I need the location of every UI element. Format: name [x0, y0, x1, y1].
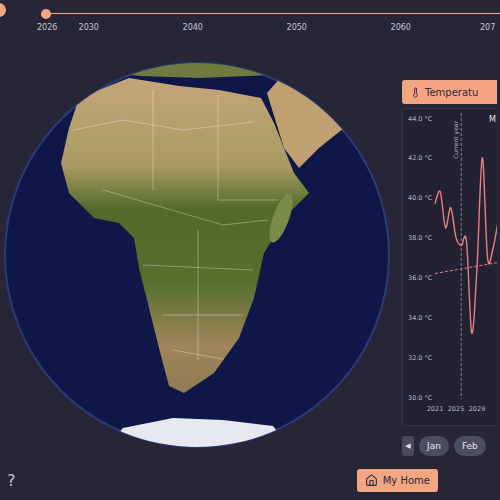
- x-tick: 2025: [448, 405, 465, 413]
- help-button[interactable]: ?: [7, 471, 21, 490]
- y-tick: 32.0 °C: [408, 354, 433, 362]
- play-button[interactable]: [0, 3, 6, 17]
- globe[interactable]: [3, 60, 393, 452]
- main: Temperatu 44.0 °C 42.0 °C 40.0 °C 38.0 °C 36.…: [0, 40, 500, 460]
- house-icon: [365, 474, 378, 487]
- month-pill[interactable]: Feb: [454, 436, 486, 456]
- timeline-track-row: [0, 0, 500, 20]
- timeline-tick: 2060: [391, 23, 411, 32]
- x-tick: 2021: [427, 405, 444, 413]
- timeline-track[interactable]: [46, 13, 500, 14]
- timeline-tick: 2026: [37, 23, 57, 32]
- y-tick: 42.0 °C: [408, 154, 433, 162]
- month-row: ◀JanFeb: [402, 436, 497, 456]
- bottom-bar: ? My Home: [0, 460, 500, 500]
- madagascar: [265, 191, 298, 245]
- x-tick: 2029: [469, 405, 486, 413]
- timeline-tick: 207: [480, 23, 495, 32]
- prev-month-button[interactable]: ◀: [402, 436, 414, 456]
- month-pill[interactable]: Jan: [419, 436, 449, 456]
- timeline-thumb[interactable]: [41, 9, 51, 19]
- chart-panel: 44.0 °C 42.0 °C 40.0 °C 38.0 °C 36.0 °C 34.0 …: [402, 108, 497, 426]
- africa: [61, 78, 309, 393]
- europe: [89, 60, 309, 78]
- temperature-line: [435, 158, 497, 334]
- timeline: 2026 2030 2040 2050 2060 207: [0, 0, 500, 40]
- current-year-label: Current year: [452, 120, 460, 158]
- timeline-tick: 2030: [79, 23, 99, 32]
- chart-title: M: [489, 115, 496, 124]
- y-tick: 40.0 °C: [408, 194, 433, 202]
- app: 20262030204020502060207Temperatu44.0 °C4…: [0, 0, 500, 500]
- y-tick: 34.0 °C: [408, 314, 433, 322]
- temperature-chart: 44.0 °C 42.0 °C 40.0 °C 38.0 °C 36.0 °C 34.0 …: [403, 109, 497, 426]
- y-tick: 36.0 °C: [408, 274, 433, 282]
- antarctica: [103, 418, 293, 452]
- timeline-tick: 2040: [183, 23, 203, 32]
- side-panel: Temperatu 44.0 °C 42.0 °C 40.0 °C 38.0 °C 36.…: [402, 40, 497, 460]
- timeline-ticks: 2026 2030 2040 2050 2060 207: [0, 20, 500, 40]
- my-home-label: My Home: [383, 475, 430, 486]
- y-tick: 38.0 °C: [408, 234, 433, 242]
- tab-label: Temperatu: [425, 87, 478, 98]
- globe-area: [0, 40, 400, 460]
- timeline-tick: 2050: [287, 23, 307, 32]
- current-year-line: [461, 113, 462, 399]
- temperature-tab[interactable]: Temperatu: [402, 80, 497, 104]
- trend-line: [435, 262, 497, 273]
- my-home-button[interactable]: My Home: [357, 469, 438, 492]
- y-tick: 44.0 °C: [408, 115, 433, 123]
- thermometer-icon: [410, 87, 421, 98]
- y-tick: 30.0 °C: [408, 394, 433, 402]
